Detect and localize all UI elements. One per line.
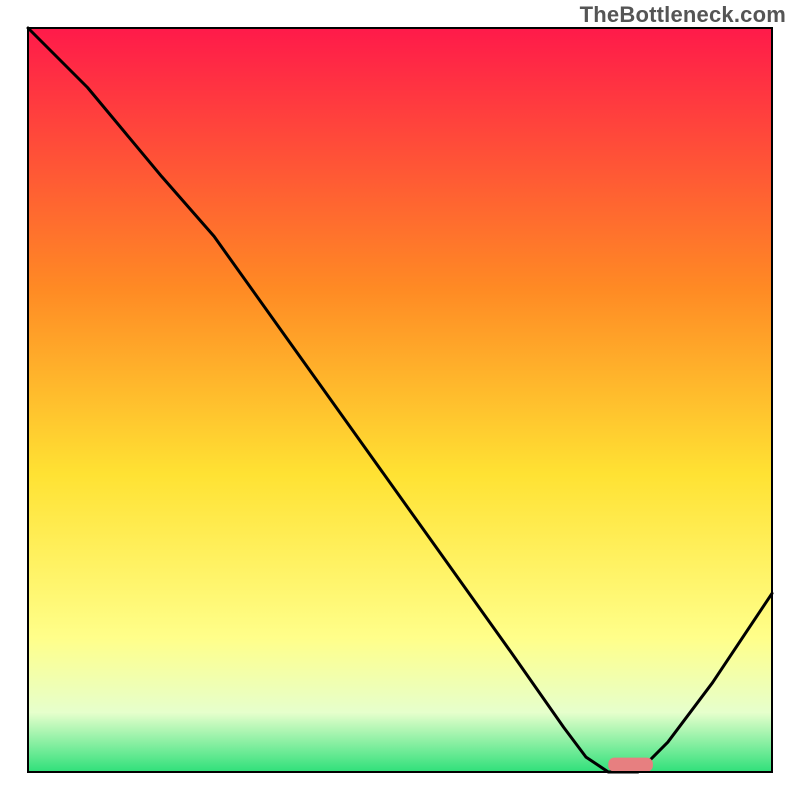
plot-area xyxy=(28,28,772,772)
chart-container: { "watermark": "TheBottleneck.com", "col… xyxy=(0,0,800,800)
watermark-text: TheBottleneck.com xyxy=(580,2,786,28)
optimum-marker xyxy=(608,758,653,772)
bottleneck-chart xyxy=(0,0,800,800)
gradient-background xyxy=(28,28,772,772)
